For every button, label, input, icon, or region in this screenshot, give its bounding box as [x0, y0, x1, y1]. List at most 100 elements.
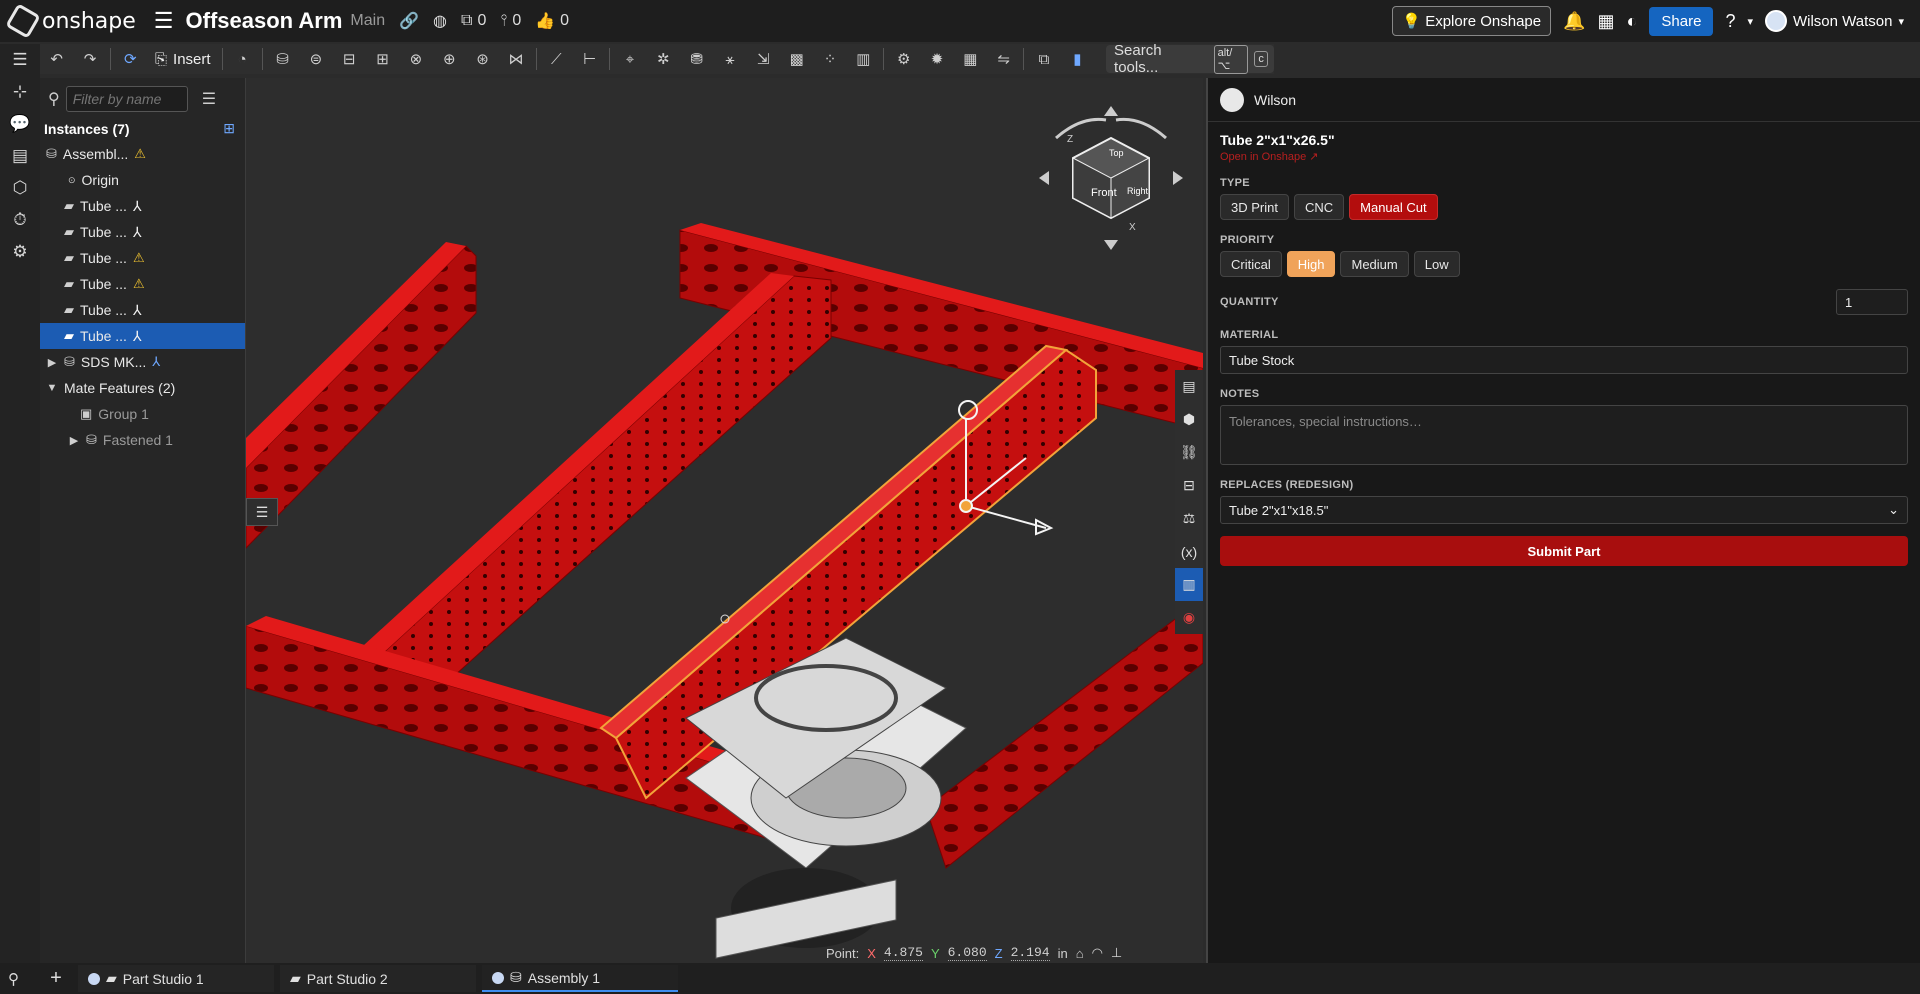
render-mode-icon[interactable]: ⌂ [1076, 946, 1084, 961]
tab-part-studio-2[interactable]: ▰ Part Studio 2 [280, 965, 476, 992]
gear-relation-icon[interactable]: ✲ [647, 44, 680, 74]
tree-row-tube[interactable]: ▰ Tube ... ⅄ [40, 219, 245, 245]
branch-label[interactable]: Main [350, 12, 385, 30]
explode-icon[interactable]: ⇋ [987, 44, 1020, 74]
learning-icon[interactable]: ◐ [1627, 11, 1638, 32]
list-view-icon[interactable]: ☰ [202, 89, 216, 109]
history-icon[interactable]: ⏱ [0, 204, 40, 236]
apps-icon[interactable]: ▦ [1598, 11, 1615, 32]
parts-icon[interactable]: ⬡ [0, 172, 40, 204]
search-tools-button[interactable]: Search tools... alt/⌥ c [1106, 42, 1274, 76]
settings-icon[interactable]: ⚙ [887, 44, 920, 74]
chevron-right-icon[interactable]: ▶ [46, 356, 58, 369]
tree-row-tube[interactable]: ▰ Tube ... ⅄ [40, 297, 245, 323]
tree-row-tube-selected[interactable]: ▰ Tube ... ⅄ [40, 323, 245, 349]
menu-icon[interactable]: ☰ [154, 8, 174, 34]
variables-icon[interactable]: (x) [1175, 535, 1203, 568]
tree-row-assembly[interactable]: ⛁ Assembl... ⚠ [40, 141, 245, 167]
group-icon[interactable]: ▩ [780, 44, 813, 74]
document-title[interactable]: Offseason Arm [186, 8, 343, 34]
tangent-mate-icon[interactable]: ⟋ [540, 44, 573, 74]
parallel-mate-icon[interactable]: ⋈ [499, 44, 532, 74]
refresh-icon[interactable]: ⟳ [114, 44, 147, 74]
ball-mate-icon[interactable]: ⊛ [466, 44, 499, 74]
filter-icon[interactable]: ⚲ [48, 89, 60, 109]
tree-row-tube[interactable]: ▰ Tube ... ⚠ [40, 245, 245, 271]
mates-icon[interactable]: ⛓ [1175, 436, 1203, 469]
tree-row-sds[interactable]: ▶ ⛁ SDS MK... ⅄ [40, 349, 245, 375]
tree-row-tube[interactable]: ▰ Tube ... ⚠ [40, 271, 245, 297]
section-view-icon[interactable]: ◔ [226, 44, 259, 74]
replicate-icon[interactable]: ▥ [847, 44, 880, 74]
type-manual-cut[interactable]: Manual Cut [1349, 194, 1438, 220]
bell-icon[interactable]: 🔔 [1563, 11, 1585, 32]
like-button[interactable]: 👍 0 [535, 11, 569, 31]
chevron-down-icon[interactable]: ▼ [46, 382, 58, 394]
replaces-select[interactable]: Tube 2"x1"x18.5" ⌄ [1220, 496, 1908, 524]
instances-icon[interactable]: ⊹ [0, 76, 40, 108]
filter-input[interactable] [65, 86, 188, 112]
onshape-logo[interactable]: onshape [5, 3, 136, 39]
submit-part-button[interactable]: Submit Part [1220, 536, 1908, 566]
bom-icon[interactable]: ▤ [0, 140, 40, 172]
cylindrical-mate-icon[interactable]: ⊗ [399, 44, 432, 74]
search-tabs-icon[interactable]: ⚲ [8, 970, 19, 988]
type-3d-print[interactable]: 3D Print [1220, 194, 1289, 220]
graphics-viewport[interactable]: Front Top Right Z X ☰ ▤ ⬢ ⛓ ⊟ ⚖ (x) ▥ ◉ … [246, 78, 1203, 963]
linear-relation-icon[interactable]: ⇲ [747, 44, 780, 74]
explore-onshape-button[interactable]: 💡 Explore Onshape [1392, 6, 1552, 36]
type-cnc[interactable]: CNC [1293, 194, 1345, 220]
redo-icon[interactable]: ↷ [73, 44, 106, 74]
add-tab-icon[interactable]: + [40, 967, 72, 990]
help-icon[interactable]: ? [1725, 11, 1735, 32]
comments-icon[interactable]: 💬 [0, 108, 40, 140]
custom-app-icon[interactable]: ◉ [1175, 601, 1203, 634]
insert-button[interactable]: ⎘ Insert [147, 51, 219, 68]
view-mode-icon[interactable]: ◠ [1092, 945, 1103, 961]
tree-row-fastened[interactable]: ▶ ⛁ Fastened 1 [40, 427, 245, 453]
rack-pinion-icon[interactable]: ⛃ [680, 44, 713, 74]
link-icon[interactable]: 🔗 [399, 11, 419, 31]
chevron-down-icon[interactable]: ▾ [1747, 15, 1753, 28]
named-views-icon[interactable]: ⧉ [1027, 44, 1060, 74]
globe-icon[interactable]: ◍ [433, 11, 447, 31]
tree-row-origin[interactable]: ⊙ Origin [40, 167, 245, 193]
branches-button[interactable]: ⫯ 0 [500, 12, 521, 30]
pin-slot-mate-icon[interactable]: ⊕ [433, 44, 466, 74]
tab-part-studio-1[interactable]: ▰ Part Studio 1 [78, 965, 274, 992]
pattern-icon[interactable]: ⁘ [813, 44, 846, 74]
tab-assembly-1[interactable]: ⛁ Assembly 1 [482, 965, 678, 992]
notes-textarea[interactable]: Tolerances, special instructions… [1220, 405, 1908, 465]
open-in-onshape-link[interactable]: Open in Onshape ↗ [1220, 150, 1908, 163]
quantity-input[interactable]: 1 [1836, 289, 1908, 315]
tree-row-tube[interactable]: ▰ Tube ... ⅄ [40, 193, 245, 219]
gear-icon[interactable]: ✹ [920, 44, 953, 74]
priority-critical[interactable]: Critical [1220, 251, 1282, 277]
mate-connector-icon[interactable]: ⌖ [613, 44, 646, 74]
priority-low[interactable]: Low [1413, 251, 1460, 277]
panel-toggle-icon[interactable]: ☰ [246, 498, 278, 526]
undo-icon[interactable]: ↶ [40, 44, 73, 74]
chevron-right-icon[interactable]: ▶ [68, 434, 80, 447]
width-mate-icon[interactable]: ⊢ [573, 44, 606, 74]
measure-icon[interactable]: ⊟ [1175, 469, 1203, 502]
slider-mate-icon[interactable]: ⊟ [333, 44, 366, 74]
tree-row-mate-features[interactable]: ▼ Mate Features (2) [40, 375, 245, 401]
user-menu[interactable]: Wilson Watson ▾ [1764, 10, 1904, 32]
fastened-mate-icon[interactable]: ⛁ [266, 44, 299, 74]
revolute-mate-icon[interactable]: ⊜ [299, 44, 332, 74]
mass-properties-icon[interactable]: ⚖ [1175, 502, 1203, 535]
planar-mate-icon[interactable]: ⊞ [366, 44, 399, 74]
configurations-icon[interactable]: ⚙ [0, 236, 40, 268]
frame-icon[interactable]: ▦ [954, 44, 987, 74]
properties-icon[interactable]: ▤ [1175, 370, 1203, 403]
material-input[interactable]: Tube Stock [1220, 346, 1908, 374]
app-panel-icon[interactable]: ▥ [1175, 568, 1203, 601]
versions-button[interactable]: ⧉ 0 [461, 12, 486, 30]
appearance-icon[interactable]: ⬢ [1175, 403, 1203, 436]
priority-high[interactable]: High [1286, 251, 1336, 277]
simulation-icon[interactable]: ▮ [1061, 44, 1094, 74]
measure-tool-icon[interactable]: ⊥ [1111, 945, 1122, 961]
tree-row-group[interactable]: ▣ Group 1 [40, 401, 245, 427]
share-button[interactable]: Share [1649, 6, 1714, 36]
